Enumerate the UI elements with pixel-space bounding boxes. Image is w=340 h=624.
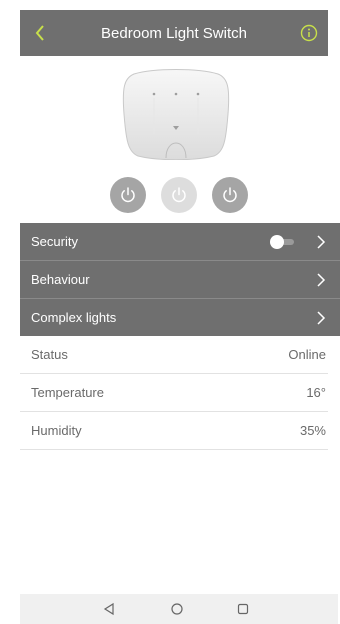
chevron-left-icon — [35, 25, 44, 41]
humidity-value: 35% — [299, 423, 326, 438]
circle-home-icon — [171, 603, 183, 615]
power-button-2[interactable] — [161, 177, 197, 213]
app-screen: Bedroom Light Switch Security Behaviour … — [0, 0, 340, 624]
temperature-label: Temperature — [31, 385, 104, 400]
nav-recent-button[interactable] — [234, 600, 252, 618]
security-toggle[interactable] — [270, 235, 296, 249]
temperature-value: 16° — [306, 385, 326, 400]
device-info-list: Status Online Temperature 16° Humidity 3… — [20, 336, 328, 450]
system-nav-bar — [20, 594, 338, 624]
info-icon — [300, 24, 318, 42]
device-image — [120, 68, 232, 161]
page-title: Bedroom Light Switch — [101, 24, 247, 42]
status-label: Status — [31, 347, 68, 362]
settings-menu: Security Behaviour Complex lights — [20, 223, 340, 336]
info-row-temperature: Temperature 16° — [20, 374, 328, 412]
nav-back-button[interactable] — [100, 600, 118, 618]
square-recent-icon — [237, 603, 249, 615]
menu-item-label: Security — [31, 234, 78, 249]
menu-item-label: Complex lights — [31, 310, 117, 325]
status-value: Online — [288, 347, 326, 362]
info-row-humidity: Humidity 35% — [20, 412, 328, 450]
triangle-back-icon — [103, 602, 114, 616]
power-button-3[interactable] — [212, 177, 248, 213]
power-button-row — [110, 177, 250, 215]
info-button[interactable] — [298, 22, 320, 44]
chevron-right-icon — [317, 311, 326, 325]
menu-item-behaviour[interactable]: Behaviour — [20, 261, 340, 299]
menu-item-label: Behaviour — [31, 272, 90, 287]
back-button[interactable] — [30, 22, 50, 44]
menu-item-security[interactable]: Security — [20, 223, 340, 261]
power-icon — [223, 187, 237, 203]
power-button-1[interactable] — [110, 177, 146, 213]
app-header: Bedroom Light Switch — [20, 10, 328, 56]
power-icon — [121, 187, 135, 203]
chevron-right-icon — [317, 235, 326, 249]
nav-home-button[interactable] — [168, 600, 186, 618]
power-icon — [172, 187, 186, 203]
menu-item-complex-lights[interactable]: Complex lights — [20, 299, 340, 336]
chevron-right-icon — [317, 273, 326, 287]
humidity-label: Humidity — [31, 423, 82, 438]
info-row-status: Status Online — [20, 336, 328, 374]
